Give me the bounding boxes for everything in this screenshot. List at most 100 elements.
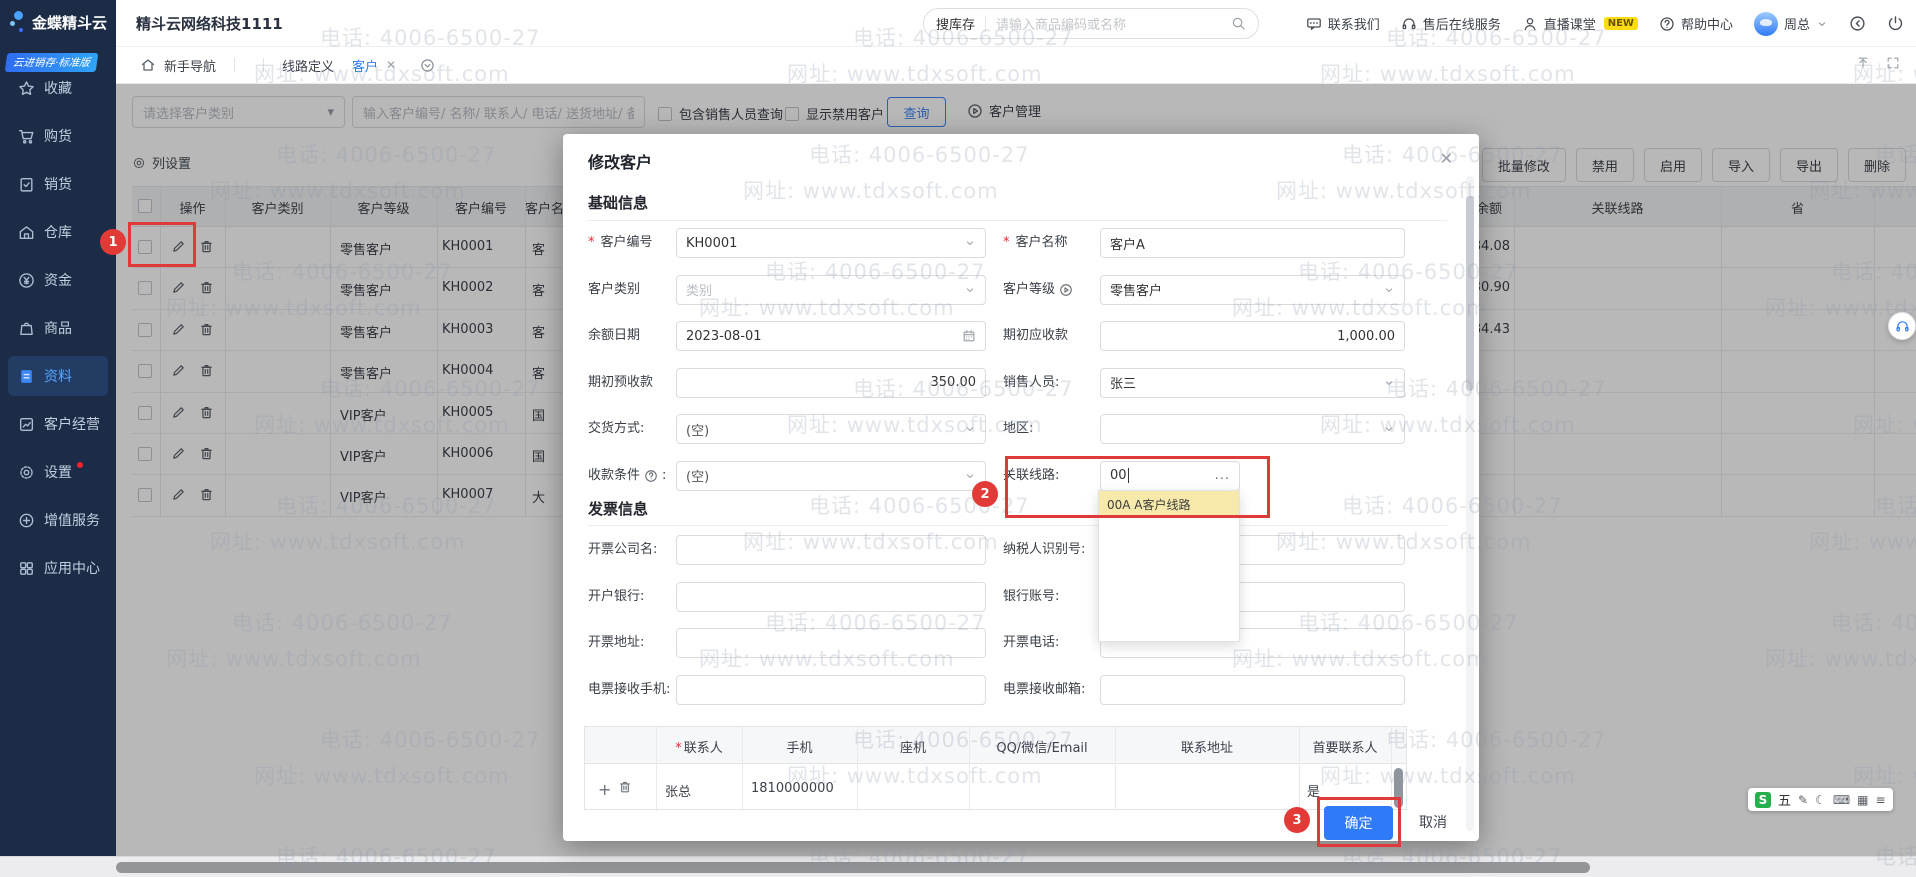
- label-text: 交货方式:: [588, 414, 644, 444]
- ime-logo[interactable]: S: [1755, 792, 1771, 808]
- field-balance-date[interactable]: 2023-08-01: [676, 321, 986, 351]
- sidebar-item-settings[interactable]: 设置: [8, 452, 108, 492]
- field-label-delivery-method: 交货方式:: [588, 414, 676, 444]
- label-text: 销售人员:: [1003, 368, 1059, 398]
- inventory-search[interactable]: 搜库存 请输入商品编码或名称: [923, 8, 1259, 39]
- field-customer-category[interactable]: 类别: [676, 275, 986, 305]
- contacts-header-3: 座机: [857, 737, 969, 756]
- grid-icon: [18, 560, 35, 577]
- tab-新手导航[interactable]: 新手导航: [160, 56, 220, 75]
- label-text: 收款条件: [588, 461, 640, 491]
- label-text: 客户编号: [601, 228, 653, 258]
- required-asterisk: *: [1003, 228, 1010, 258]
- help-icon[interactable]: [644, 469, 658, 483]
- horizontal-scrollbar[interactable]: [0, 856, 1916, 877]
- sidebar-item-value-added[interactable]: 增值服务: [8, 500, 108, 540]
- field-initial-prepaid[interactable]: 350.00: [676, 368, 986, 398]
- sidebar-item-sales[interactable]: 销货: [8, 164, 108, 204]
- topbar-link-after-sales-service[interactable]: 售后在线服务: [1401, 14, 1501, 33]
- chevron-down-icon[interactable]: [964, 423, 976, 435]
- topbar-link-help-center[interactable]: 帮助中心: [1659, 14, 1733, 33]
- chevron-down-icon[interactable]: [1383, 423, 1395, 435]
- route-option[interactable]: 00A A客户线路: [1099, 491, 1239, 517]
- user-menu[interactable]: 周总: [1754, 12, 1828, 36]
- field-value: 350.00: [931, 375, 977, 390]
- field-label-initial-prepaid: 期初预收款: [588, 368, 676, 398]
- field-label-taxpayer-id: 纳税人识别号:: [1003, 535, 1098, 565]
- sidebar-item-warehouse[interactable]: 仓库: [8, 212, 108, 252]
- calendar-icon[interactable]: [962, 329, 976, 343]
- scrollbar-thumb[interactable]: [1466, 196, 1474, 391]
- scrollbar-thumb[interactable]: [116, 862, 1590, 873]
- chevron-down-icon[interactable]: [964, 237, 976, 249]
- modal-scrollbar[interactable]: [1466, 176, 1474, 831]
- power-icon[interactable]: [1887, 15, 1904, 32]
- search-divider: [985, 16, 986, 32]
- ok-button[interactable]: 确定: [1324, 806, 1393, 840]
- field-customer-level[interactable]: 零售客户: [1100, 275, 1405, 305]
- form-row: 期初预收款 350.00 销售人员: 张三: [588, 360, 1408, 406]
- field-customer-name[interactable]: 客户A: [1100, 228, 1405, 258]
- back-icon[interactable]: [1849, 15, 1866, 32]
- contacts-header-2: 手机: [742, 737, 857, 756]
- field-initial-receivable[interactable]: 1,000.00: [1100, 321, 1405, 351]
- delete-contact-icon[interactable]: [618, 780, 632, 794]
- ime-icon-4[interactable]: ≡: [1876, 793, 1886, 807]
- tab-label: 新手导航: [164, 60, 216, 75]
- sidebar-item-purchase[interactable]: 购货: [8, 116, 108, 156]
- sidebar-item-data[interactable]: 资料: [8, 356, 108, 396]
- field-linked-route[interactable]: 00...: [1100, 461, 1240, 491]
- tab-客户[interactable]: 客户✕: [348, 56, 400, 75]
- tab-list-icon[interactable]: [420, 58, 435, 73]
- tab-线路定义[interactable]: 线路定义: [278, 56, 338, 75]
- ime-icon-3[interactable]: ▦: [1857, 793, 1868, 807]
- field-region[interactable]: [1100, 414, 1405, 444]
- search-icon[interactable]: [1231, 16, 1246, 31]
- sidebar-item-goods[interactable]: 商品: [8, 308, 108, 348]
- sidebar-item-label: 销货: [44, 174, 72, 194]
- chevron-down-icon[interactable]: [1383, 284, 1395, 296]
- field-salesperson[interactable]: 张三: [1100, 368, 1405, 398]
- field-bank-name[interactable]: [676, 582, 986, 612]
- help-floating-button[interactable]: [1888, 312, 1916, 340]
- add-contact-button[interactable]: +: [598, 780, 611, 799]
- sidebar-item-favorites[interactable]: 收藏: [8, 68, 108, 108]
- chevron-down-icon[interactable]: [964, 284, 976, 296]
- header-text: 联系人: [684, 741, 723, 756]
- close-icon[interactable]: ✕: [1440, 149, 1453, 168]
- home-tab-icon[interactable]: [140, 57, 156, 73]
- app-window: 精斗云网络科技1111 搜库存 请输入商品编码或名称 联系我们售后在线服务直播课…: [0, 0, 1916, 877]
- chevron-down-icon[interactable]: [1383, 377, 1395, 389]
- ime-icon-2[interactable]: ⌨: [1833, 793, 1850, 807]
- play-circle-icon[interactable]: [1059, 283, 1073, 297]
- chevron-down-icon[interactable]: [964, 470, 976, 482]
- fullscreen-icon[interactable]: [1886, 56, 1900, 70]
- field-delivery-method[interactable]: (空): [676, 414, 986, 444]
- sidebar-item-label: 增值服务: [44, 510, 100, 530]
- cancel-button[interactable]: 取消: [1419, 812, 1447, 832]
- ime-icon-0[interactable]: ✎: [1798, 793, 1808, 807]
- topbar-link-contact-us[interactable]: 联系我们: [1306, 14, 1380, 33]
- ime-icon-1[interactable]: ☾: [1815, 793, 1826, 807]
- sidebar-item-app-center[interactable]: 应用中心: [8, 548, 108, 588]
- field-invoice-company[interactable]: [676, 535, 986, 565]
- field-customer-code[interactable]: KH0001: [676, 228, 986, 258]
- ime-mode[interactable]: 五: [1778, 790, 1791, 809]
- field-label-bank-account: 银行账号:: [1003, 582, 1098, 612]
- form-row: 开户银行:银行账号:: [588, 574, 1408, 620]
- field-einvoice-email[interactable]: [1100, 675, 1405, 705]
- field-payment-terms[interactable]: (空): [676, 461, 986, 491]
- more-icon[interactable]: ...: [1215, 468, 1230, 483]
- contacts-scrollbar-thumb[interactable]: [1394, 768, 1403, 808]
- top-bar: 精斗云网络科技1111 搜库存 请输入商品编码或名称 联系我们售后在线服务直播课…: [0, 0, 1916, 47]
- field-einvoice-mobile[interactable]: [676, 675, 986, 705]
- route-dropdown-panel: 00A A客户线路: [1098, 490, 1240, 642]
- scroll-top-icon[interactable]: [1856, 56, 1870, 70]
- field-label-payment-terms: 收款条件:: [588, 461, 676, 491]
- sidebar-item-funds[interactable]: 资金: [8, 260, 108, 300]
- field-invoice-address[interactable]: [676, 628, 986, 658]
- tab-close-icon[interactable]: ✕: [386, 58, 396, 72]
- topbar-link-live-class[interactable]: 直播课堂NEW: [1522, 14, 1638, 33]
- sidebar-item-customer-ops[interactable]: 客户经营: [8, 404, 108, 444]
- field-label-region: 地区:: [1003, 414, 1098, 444]
